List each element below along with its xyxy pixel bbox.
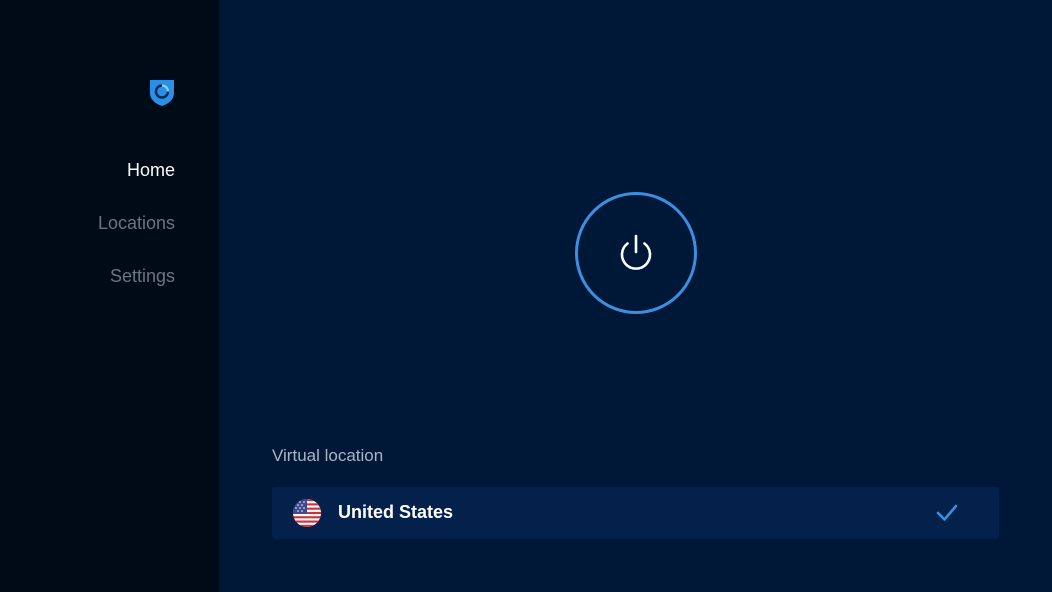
- sidebar: Home Locations Settings: [0, 0, 219, 592]
- virtual-location-label: Virtual location: [272, 446, 384, 465]
- checkmark-icon: [935, 502, 959, 524]
- sidebar-item-locations[interactable]: Locations: [98, 213, 175, 234]
- sidebar-item-settings[interactable]: Settings: [110, 266, 175, 287]
- power-icon: [620, 234, 652, 270]
- location-name: United States: [338, 502, 454, 522]
- us-flag-icon: [293, 499, 321, 527]
- main-panel: Virtual location United States: [219, 0, 1052, 592]
- app-window: Home Locations Settings Virtual location: [0, 0, 1052, 592]
- connect-power-button[interactable]: [575, 192, 697, 314]
- location-selector[interactable]: United States: [272, 487, 999, 539]
- shield-logo-icon: [148, 78, 176, 106]
- sidebar-item-home[interactable]: Home: [127, 160, 175, 181]
